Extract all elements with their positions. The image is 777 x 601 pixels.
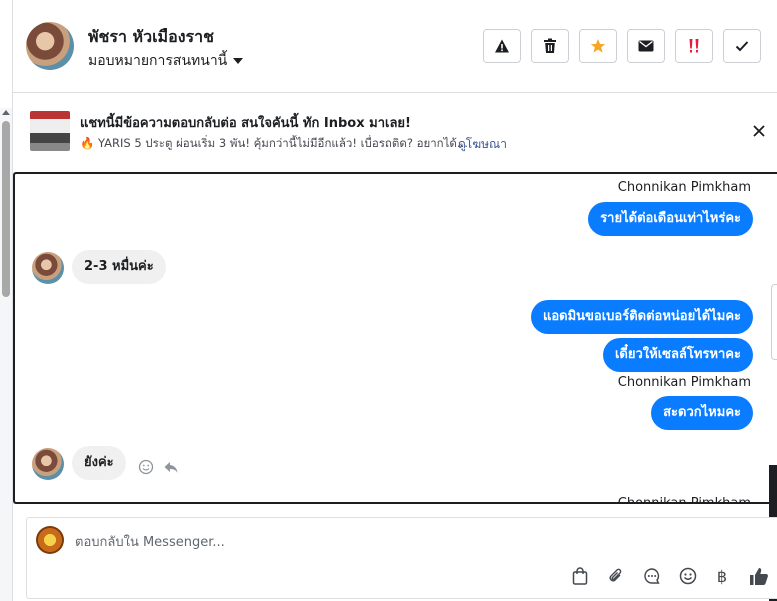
- emoji-reaction-icon[interactable]: [138, 459, 154, 475]
- done-button[interactable]: [723, 29, 761, 63]
- thumbs-up-icon[interactable]: [749, 566, 769, 586]
- delete-button[interactable]: [531, 29, 569, 63]
- outgoing-message[interactable]: รายได้ต่อเดือนเท่าไหร่คะ: [588, 202, 753, 236]
- message-thread[interactable]: Chonnikan Pimkham รายได้ต่อเดือนเท่าไหร่…: [13, 172, 777, 504]
- caret-down-icon: [233, 58, 244, 64]
- contact-avatar-small: [32, 252, 64, 284]
- side-panel-card: [771, 284, 777, 360]
- attachment-icon[interactable]: [606, 566, 626, 586]
- warning-icon: [495, 39, 509, 53]
- outgoing-message[interactable]: สะดวกไหมคะ: [651, 396, 753, 430]
- sender-name: Chonnikan Pimkham: [617, 496, 751, 504]
- saved-replies-icon[interactable]: [642, 566, 662, 586]
- reply-input[interactable]: [75, 532, 675, 552]
- emoji-icon[interactable]: [678, 566, 698, 586]
- star-button[interactable]: [579, 29, 617, 63]
- envelope-icon: [638, 40, 654, 52]
- incoming-message[interactable]: ยังค่ะ: [72, 446, 126, 480]
- assign-conversation-dropdown[interactable]: มอบหมายการสนทนานี้: [88, 50, 244, 72]
- conversation-header: พัชรา หัวเมืองราช มอบหมายการสนทนานี้: [13, 0, 777, 93]
- fire-icon: 🔥: [80, 136, 95, 150]
- outgoing-message[interactable]: เดี๋ยวให้เซลล์โทรหาคะ: [602, 338, 753, 372]
- ad-description-text: YARIS 5 ประตู ผ่อนเริ่ม 3 พัน! คุ้มกว่าน…: [97, 136, 468, 150]
- assign-label: มอบหมายการสนทนานี้: [88, 53, 228, 69]
- sender-name: Chonnikan Pimkham: [617, 180, 751, 195]
- follow-up-button[interactable]: [675, 29, 713, 63]
- shopping-bag-icon[interactable]: [570, 566, 590, 586]
- checkmark-icon: [735, 41, 749, 52]
- reply-icon[interactable]: [163, 459, 179, 475]
- baht-symbol: ฿: [716, 566, 728, 586]
- ad-thumbnail[interactable]: [30, 111, 70, 151]
- mark-unread-button[interactable]: [627, 29, 665, 63]
- scrollbar-thumb[interactable]: [2, 121, 10, 297]
- star-icon: [590, 39, 606, 53]
- reply-composer: [26, 517, 777, 599]
- spam-button[interactable]: [483, 29, 521, 63]
- sender-name: Chonnikan Pimkham: [617, 375, 751, 390]
- ad-description: 🔥 YARIS 5 ประตู ผ่อนเริ่ม 3 พัน! คุ้มกว่…: [80, 135, 468, 153]
- double-exclamation-icon: [689, 39, 699, 53]
- payment-baht-icon[interactable]: ฿: [712, 566, 732, 586]
- contact-name[interactable]: พัชรา หัวเมืองราช: [88, 25, 214, 50]
- view-ad-link[interactable]: ดูโฆษณา: [458, 135, 507, 154]
- page-avatar: [36, 526, 64, 554]
- ad-title: แชทนี้มีข้อความตอบกลับต่อ สนใจคันนี้ ทัก…: [80, 116, 411, 131]
- contact-avatar-small: [32, 448, 64, 480]
- close-icon[interactable]: [750, 122, 768, 140]
- trash-icon: [544, 38, 556, 53]
- contact-avatar[interactable]: [26, 22, 74, 70]
- incoming-message[interactable]: 2-3 หมื่นค่ะ: [72, 250, 166, 284]
- scroll-up-arrow-icon[interactable]: [2, 110, 10, 115]
- outgoing-message[interactable]: แอดมินขอเบอร์ติดต่อหน่อยได้ไมคะ: [530, 300, 753, 334]
